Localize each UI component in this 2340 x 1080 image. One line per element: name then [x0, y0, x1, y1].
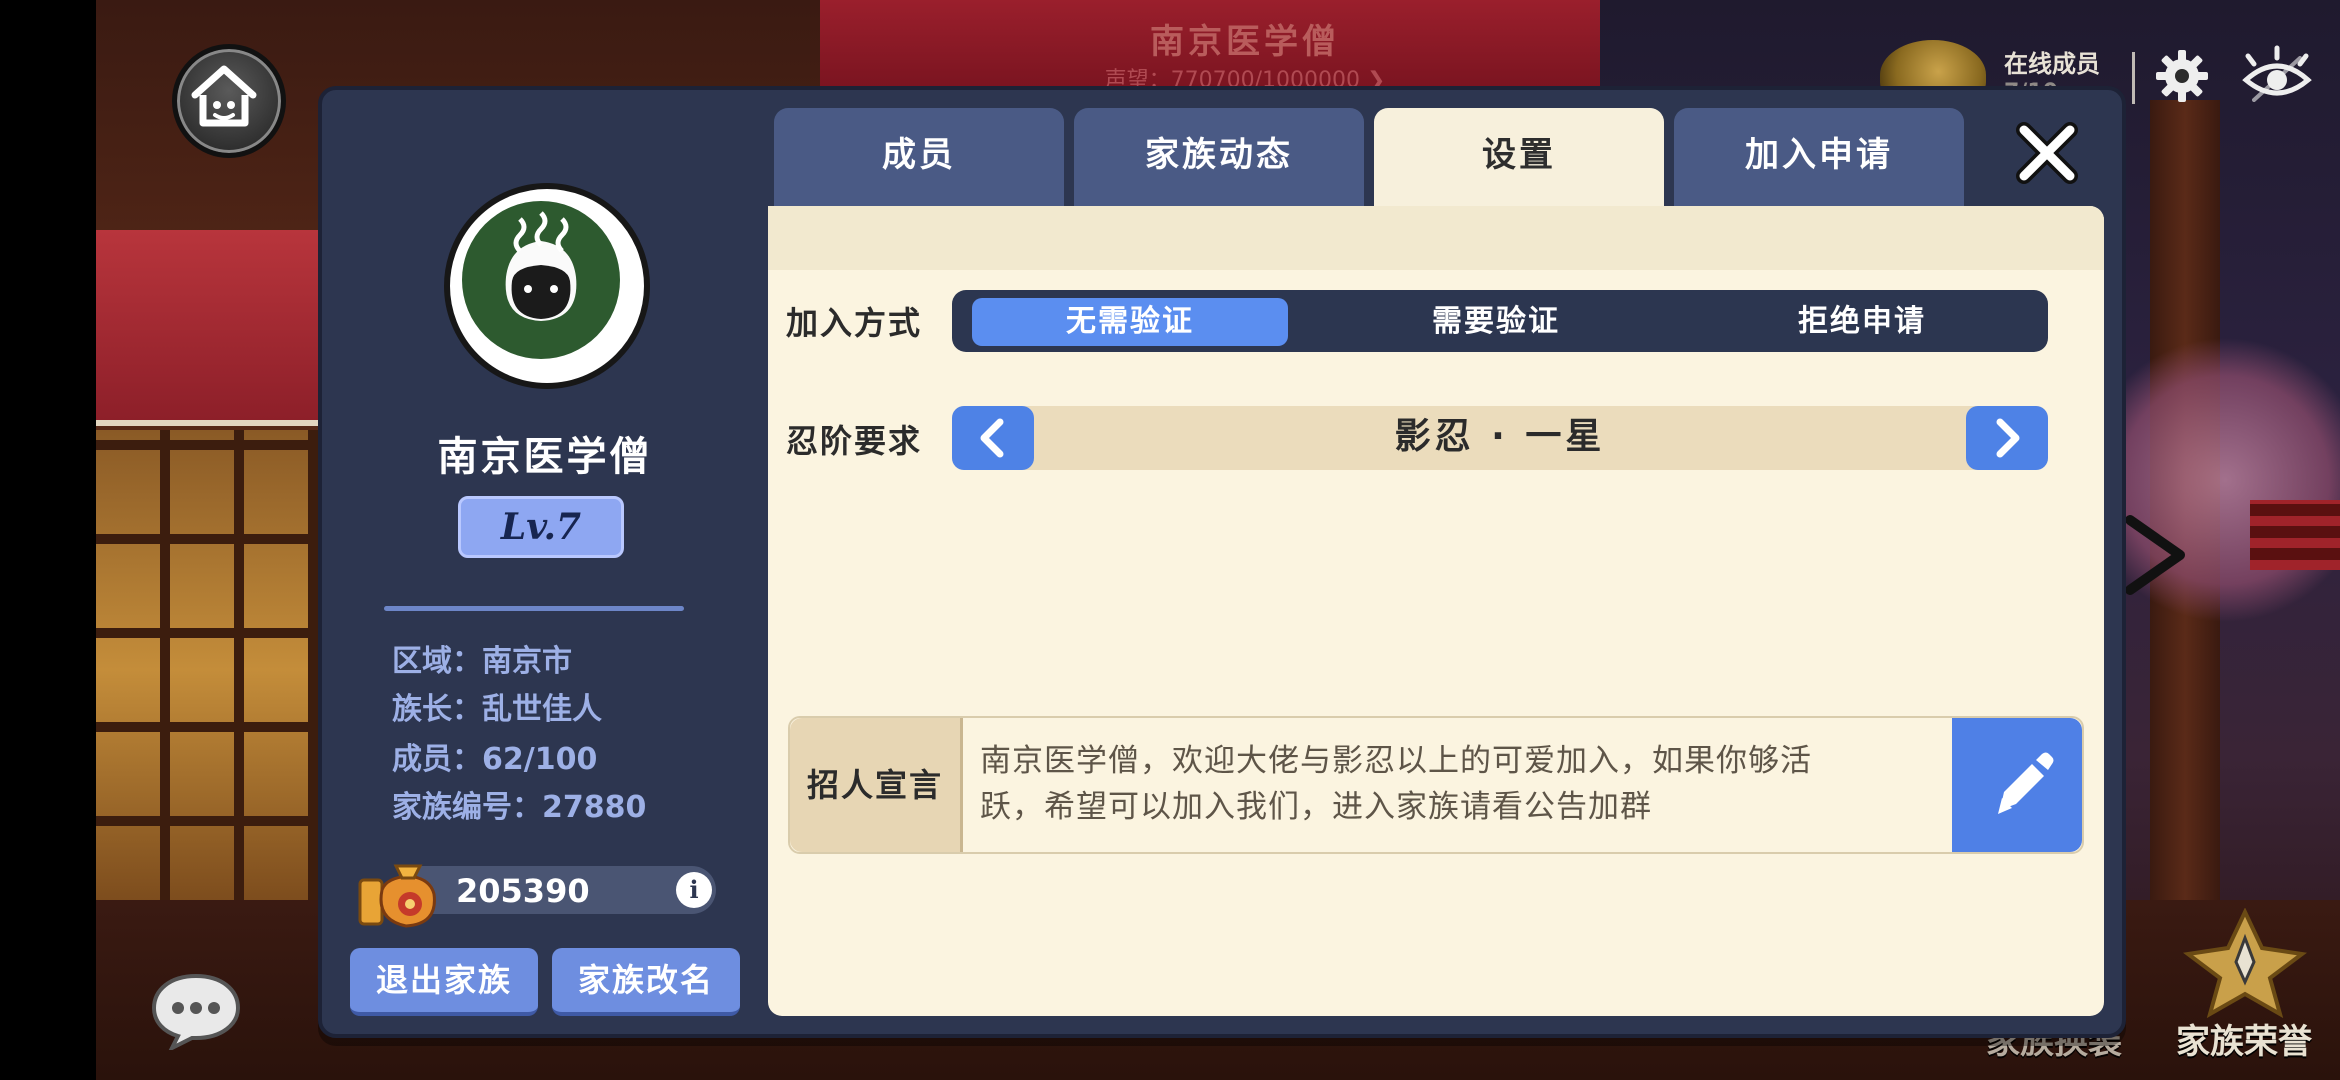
slogan-line-2: 跃，希望可以加入我们，进入家族请看公告加群 [980, 789, 1652, 825]
recruitment-slogan-label: 招人宣言 [790, 718, 963, 852]
clan-region: 区域：南京市 [392, 644, 572, 679]
clan-member-count: 成员：62/100 [392, 742, 598, 777]
rank-next-button[interactable] [1966, 406, 2048, 470]
recruitment-slogan-box: 招人宣言 南京医学僧，欢迎大佬与影忍以上的可爱加入，如果你够活 跃，希望可以加入… [788, 716, 2084, 854]
scene-next-arrow[interactable] [2120, 510, 2200, 600]
chat-bubble-icon [151, 973, 241, 1053]
join-method-label: 加入方式 [786, 304, 923, 342]
chevron-left-icon [980, 418, 1004, 458]
tab-join-requests[interactable]: 加入申请 [1674, 108, 1964, 208]
clan-name: 南京医学僧 [437, 434, 653, 480]
tab-settings[interactable]: 设置 [1374, 108, 1664, 212]
rank-prev-button[interactable] [952, 406, 1034, 470]
chat-button[interactable] [150, 970, 242, 1053]
clan-funds-value: 205390 [456, 872, 590, 910]
close-icon [2016, 122, 2078, 184]
clan-id: 家族编号：27880 [392, 790, 647, 825]
background-railing [2250, 500, 2340, 570]
chevron-right-icon [1996, 418, 2020, 458]
rename-clan-button[interactable]: 家族改名 [552, 948, 740, 1016]
clan-exp-bar [384, 606, 684, 611]
funds-info-icon[interactable]: i [676, 872, 712, 908]
join-option-need-verification[interactable]: 需要验证 [1338, 298, 1654, 346]
close-button[interactable] [2014, 120, 2080, 186]
leave-clan-button[interactable]: 退出家族 [350, 948, 538, 1016]
settings-panel: 加入方式 无需验证 需要验证 拒绝申请 忍阶要求 影忍 · 一星 招人宣言 南京… [768, 206, 2104, 1016]
clan-emblem [444, 183, 650, 389]
background-lattice-window [96, 430, 326, 910]
house-icon [191, 65, 257, 127]
family-honor-label[interactable]: 家族荣誉 [2176, 1014, 2312, 1063]
clan-dialog: 南京医学僧 Lv.7 区域：南京市 族长：乱世佳人 成员：62/100 家族编号… [318, 86, 2126, 1038]
emblem-ring [462, 201, 620, 359]
screen-edge [0, 0, 96, 1080]
rank-requirement-selector: 影忍 · 一星 [952, 406, 2048, 470]
clan-level-badge: Lv.7 [458, 496, 624, 558]
tab-members[interactable]: 成员 [774, 108, 1064, 208]
recruitment-slogan-text: 南京医学僧，欢迎大佬与影忍以上的可爱加入，如果你够活 跃，希望可以加入我们，进入… [980, 738, 1910, 830]
eye-icon [2242, 45, 2312, 102]
visibility-toggle-button[interactable] [2240, 44, 2314, 110]
chevron-right-icon [2125, 515, 2185, 595]
shuriken-trophy-icon [2182, 907, 2308, 1019]
join-option-no-verification[interactable]: 无需验证 [972, 298, 1288, 346]
edit-slogan-button[interactable] [1952, 718, 2082, 852]
coin-bag-icon [356, 850, 440, 930]
background-banner: 南京医学僧 声望：770700/1000000 ❯ [820, 0, 1670, 93]
join-method-selector: 无需验证 需要验证 拒绝申请 [952, 290, 2048, 352]
tab-clan-activity[interactable]: 家族动态 [1074, 108, 1364, 208]
background-awning [96, 230, 326, 426]
rank-requirement-value: 影忍 · 一星 [1394, 416, 1606, 457]
onigiri-icon [505, 211, 577, 321]
pencil-icon [1998, 752, 2054, 814]
rank-requirement-label: 忍阶要求 [786, 422, 923, 460]
home-button[interactable] [172, 44, 286, 158]
slogan-line-1: 南京医学僧，欢迎大佬与影忍以上的可爱加入，如果你够活 [980, 743, 1812, 779]
gear-icon [2156, 50, 2208, 102]
clan-leader: 族长：乱世佳人 [392, 692, 602, 727]
panel-header-strip [768, 206, 2104, 270]
online-members-label: 在线成员 [2004, 50, 2100, 78]
hud-divider [2132, 52, 2135, 104]
settings-button[interactable] [2154, 48, 2210, 104]
join-option-reject[interactable]: 拒绝申请 [1704, 298, 2020, 346]
banner-clan-name: 南京医学僧 [1150, 22, 1340, 62]
